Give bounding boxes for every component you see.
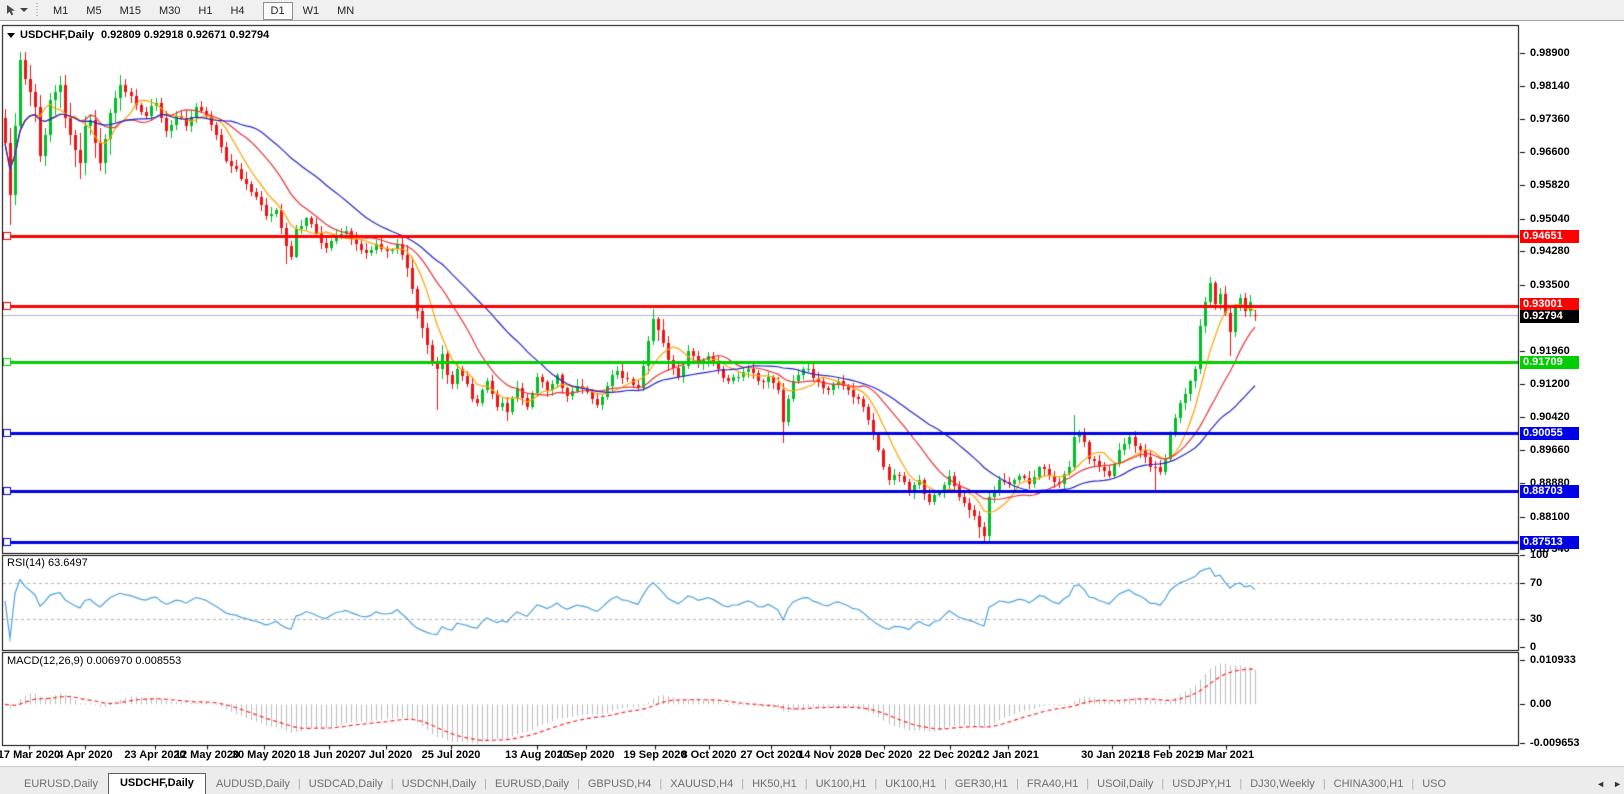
timeframe-button-MN[interactable]: MN [329,2,362,20]
price-tick-label: 0.97360 [1530,113,1570,125]
tab-USO[interactable]: USO [1414,775,1454,794]
level-price-label: 0.88703 [1520,485,1579,498]
chart-ohlc-values: 0.92809 0.92918 0.92671 0.92794 [100,29,270,41]
price-tick-label: 0.95820 [1530,179,1570,191]
macd-tick-label: 0.010933 [1530,654,1576,666]
level-price-label: 0.91709 [1520,356,1579,369]
rsi-tick-label: 100 [1530,549,1549,561]
tab-DJ30-Weekly[interactable]: DJ30,Weekly [1242,775,1323,794]
timeframe-button-W1[interactable]: W1 [295,2,328,20]
timeframe-button-D1[interactable]: D1 [262,2,293,20]
level-price-label: 0.90055 [1520,427,1579,440]
price-tick-label: 0.98900 [1530,47,1570,59]
timeframe-buttons: M1 M5 M15 M30 H1 H4 D1 W1 MN [44,1,363,20]
tab-EURUSD-Daily[interactable]: EURUSD,Daily [487,775,577,794]
tab-FRA40-H1[interactable]: FRA40,H1 [1019,775,1086,794]
timeframe-button-M1[interactable]: M1 [45,2,76,20]
chart-canvas[interactable] [0,0,1624,794]
timeframe-button-H4[interactable]: H4 [222,2,252,20]
price-tick-label: 0.96600 [1530,146,1570,158]
macd-indicator-label: MACD(12,26,9) 0.006970 0.008553 [7,655,182,667]
date-label: 12 Jan 2021 [977,749,1039,761]
rsi-tick-label: 70 [1530,577,1543,589]
tab-XAUUSD-H4[interactable]: XAUUSD,H4 [662,775,741,794]
tab-USDCNH-Daily[interactable]: USDCNH,Daily [394,775,485,794]
price-tick-label: 0.91200 [1530,378,1570,390]
price-tick-label: 0.95040 [1530,213,1570,225]
tab-USDJPY-H1[interactable]: USDJPY,H1 [1164,775,1239,794]
timeframe-button-M15[interactable]: M15 [112,2,149,20]
tab-scroll-left-icon[interactable]: ◄ [1596,779,1605,789]
rsi-tick-label: 30 [1530,613,1543,625]
tab-scroll-arrows: ◄ ► [1590,779,1622,789]
symbol-tabs: EURUSD,Daily USDCHF,Daily AUDUSD,Daily | USD… [0,773,1454,794]
rsi-tick-label: 0 [1530,641,1537,653]
toolbar-grip [35,3,40,17]
tab-AUDUSD-Daily[interactable]: AUDUSD,Daily [208,775,298,794]
timeframe-button-H1[interactable]: H1 [190,2,220,20]
tab-UK100-H1[interactable]: UK100,H1 [808,775,875,794]
cursor-tool-icon [7,4,15,15]
tab-CHINA300-H1[interactable]: CHINA300,H1 [1326,775,1412,794]
dropdown-caret-icon [20,8,28,12]
trading-terminal: M1 M5 M15 M30 H1 H4 D1 W1 MN USDCHF,Daily 0.9280… [0,0,1624,794]
price-tick-label: 0.90420 [1530,411,1570,423]
timeframe-button-M30[interactable]: M30 [151,2,188,20]
tab-GER30-H1[interactable]: GER30,H1 [947,775,1016,794]
level-price-label: 0.87513 [1520,536,1579,549]
tab-scroll-right-icon[interactable]: ► [1613,779,1622,789]
current-price-label: 0.92794 [1520,310,1579,323]
tab-USDCAD-Daily[interactable]: USDCAD,Daily [301,775,391,794]
price-tick-label: 0.98140 [1530,80,1570,92]
cursor-tool-button[interactable] [0,1,31,19]
chart-menu-caret-icon[interactable] [7,32,15,38]
price-tick-label: 0.94280 [1530,245,1570,257]
chart-symbol-title: USDCHF,Daily [20,29,94,41]
price-tick-label: 0.93500 [1530,279,1570,291]
date-label: 9 Mar 2021 [1197,749,1255,761]
price-tick-label: 0.88100 [1530,511,1570,523]
timeframe-toolbar: M1 M5 M15 M30 H1 H4 D1 W1 MN [0,0,1624,21]
symbol-tab-bar: EURUSD,Daily USDCHF,Daily AUDUSD,Daily | USD… [0,766,1624,794]
price-tick-label: 0.89660 [1530,444,1570,456]
chart-title: USDCHF,Daily 0.92809 0.92918 0.92671 0.9… [7,29,269,41]
tab-USDCHF-Daily[interactable]: USDCHF,Daily [107,773,206,794]
tab-UK100-H1[interactable]: UK100,H1 [877,775,944,794]
rsi-indicator-label: RSI(14) 63.6497 [7,557,88,569]
macd-tick-label: 0.00 [1530,698,1552,710]
date-label: 25 Jul 2020 [421,749,481,761]
timeframe-button-M5[interactable]: M5 [78,2,109,20]
tab-EURUSD-Daily[interactable]: EURUSD,Daily [16,775,106,794]
macd-tick-label: -0.009653 [1530,737,1580,749]
tab-HK50-H1[interactable]: HK50,H1 [744,775,805,794]
tab-USOil-Daily[interactable]: USOil,Daily [1089,775,1161,794]
tab-GBPUSD-H4[interactable]: GBPUSD,H4 [580,775,660,794]
level-price-label: 0.94651 [1520,230,1579,243]
